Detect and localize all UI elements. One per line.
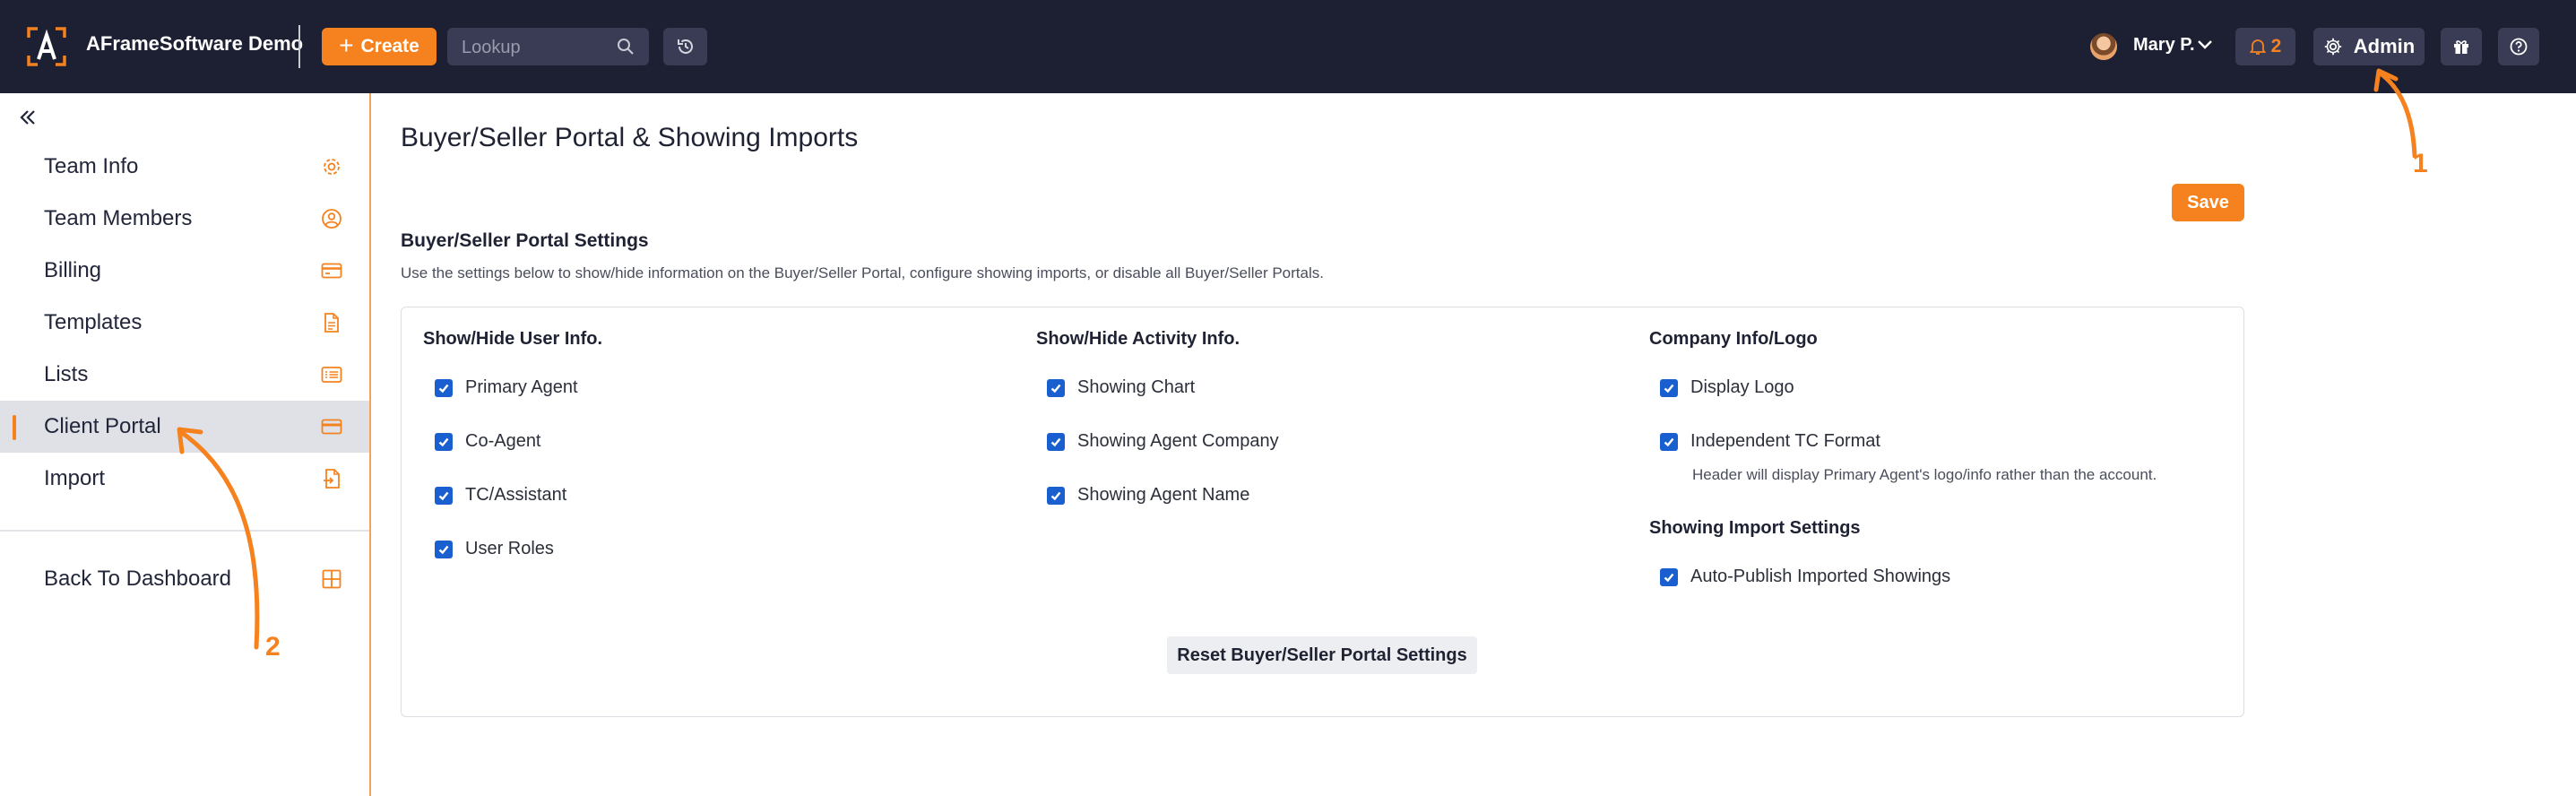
bell-icon — [2249, 39, 2266, 55]
help-icon — [2510, 38, 2528, 56]
checkbox-showing-agent-name[interactable]: Showing Agent Name — [1047, 485, 1249, 506]
brand-name: AFrameSoftware Demo — [86, 32, 304, 55]
column-heading-activity-info: Show/Hide Activity Info. — [1036, 329, 1240, 349]
save-button[interactable]: Save — [2172, 184, 2244, 221]
top-navigation-bar: AFrameSoftware Demo + Create Lookup Mary… — [0, 0, 2576, 93]
sidebar: Team Info Team Members Billing Templates — [0, 93, 371, 796]
column-heading-company-info: Company Info/Logo — [1649, 329, 1818, 349]
checkbox-label: Display Logo — [1690, 377, 1794, 397]
checkbox-label: Primary Agent — [465, 377, 578, 397]
sidebar-item-client-portal[interactable]: Client Portal — [0, 401, 369, 453]
dashboard-grid-icon — [322, 569, 341, 589]
checkbox-checked-icon[interactable] — [1660, 567, 1678, 586]
checkbox-label: Showing Chart — [1077, 377, 1196, 397]
document-icon — [324, 313, 339, 333]
plus-icon: + — [339, 30, 354, 59]
gear-icon — [2324, 38, 2341, 56]
admin-label: Admin — [2353, 35, 2416, 57]
checkbox-label: User Roles — [465, 539, 554, 558]
checkbox-showing-agent-company[interactable]: Showing Agent Company — [1047, 431, 1279, 452]
sidebar-item-label: Templates — [44, 310, 143, 334]
import-icon — [324, 469, 340, 489]
credit-card-icon — [321, 263, 342, 279]
divider — [298, 25, 300, 68]
avatar[interactable] — [2090, 33, 2117, 60]
checkbox-checked-icon[interactable] — [435, 378, 453, 397]
checkbox-label: Independent TC Format — [1690, 431, 1880, 451]
sidebar-item-team-members[interactable]: Team Members — [0, 193, 369, 245]
notification-count: 2 — [2270, 36, 2282, 56]
checkbox-display-logo[interactable]: Display Logo — [1660, 377, 1794, 398]
checkbox-checked-icon[interactable] — [435, 432, 453, 451]
checkbox-label: Showing Agent Name — [1077, 485, 1250, 505]
independent-tc-note: Header will display Primary Agent's logo… — [1692, 466, 2157, 483]
gift-icon — [2454, 40, 2468, 54]
logo-icon[interactable] — [25, 25, 68, 68]
checkbox-label: Auto-Publish Imported Showings — [1690, 567, 1951, 586]
notifications-button[interactable]: 2 — [2235, 28, 2295, 65]
admin-button[interactable]: Admin — [2313, 28, 2425, 65]
user-circle-icon — [322, 209, 341, 229]
sidebar-item-team-info[interactable]: Team Info — [0, 141, 369, 193]
section-title: Buyer/Seller Portal Settings — [401, 230, 649, 251]
checkbox-showing-chart[interactable]: Showing Chart — [1047, 377, 1195, 398]
sidebar-item-label: Team Info — [44, 154, 139, 178]
checkbox-checked-icon[interactable] — [1660, 378, 1678, 397]
card-icon — [321, 419, 342, 435]
checkbox-user-roles[interactable]: User Roles — [435, 539, 554, 559]
sidebar-divider — [0, 530, 369, 532]
reset-portal-settings-button[interactable]: Reset Buyer/Seller Portal Settings — [1167, 636, 1477, 674]
chevron-down-icon[interactable] — [2197, 39, 2213, 50]
checkbox-checked-icon[interactable] — [435, 486, 453, 505]
checkbox-label: TC/Assistant — [465, 485, 567, 505]
sidebar-item-import[interactable]: Import — [0, 453, 369, 505]
sidebar-item-label: Back To Dashboard — [44, 567, 232, 591]
checkbox-label: Co-Agent — [465, 431, 541, 451]
search-icon[interactable] — [617, 38, 635, 56]
sidebar-item-billing[interactable]: Billing — [0, 245, 369, 297]
create-button[interactable]: + Create — [322, 28, 437, 65]
user-menu-name[interactable]: Mary P. — [2133, 35, 2195, 56]
sidebar-item-label: Lists — [44, 362, 89, 386]
checkbox-checked-icon[interactable] — [1047, 486, 1065, 505]
checkbox-co-agent[interactable]: Co-Agent — [435, 431, 541, 452]
lookup-placeholder: Lookup — [462, 38, 521, 57]
gift-button[interactable] — [2441, 28, 2482, 65]
collapse-sidebar-icon[interactable] — [18, 108, 38, 127]
help-button[interactable] — [2498, 28, 2539, 65]
checkbox-checked-icon[interactable] — [435, 540, 453, 558]
create-label: Create — [360, 36, 419, 56]
checkbox-independent-tc-format[interactable]: Independent TC Format — [1660, 431, 1880, 452]
gear-icon — [324, 159, 340, 175]
checkbox-checked-icon[interactable] — [1660, 432, 1678, 451]
lookup-search-input[interactable]: Lookup — [447, 28, 649, 65]
list-icon — [321, 367, 342, 383]
annotation-marker-2: 2 — [265, 632, 281, 662]
sidebar-item-templates[interactable]: Templates — [0, 297, 369, 349]
page-title: Buyer/Seller Portal & Showing Imports — [401, 123, 859, 152]
checkbox-checked-icon[interactable] — [1047, 432, 1065, 451]
checkbox-tc-assistant[interactable]: TC/Assistant — [435, 485, 566, 506]
sidebar-item-label: Import — [44, 466, 106, 490]
sidebar-item-label: Billing — [44, 258, 102, 282]
sidebar-item-lists[interactable]: Lists — [0, 349, 369, 401]
history-icon — [677, 39, 693, 54]
history-button[interactable] — [663, 28, 707, 65]
checkbox-label: Showing Agent Company — [1077, 431, 1279, 451]
sidebar-item-label: Team Members — [44, 206, 193, 230]
sidebar-item-label: Client Portal — [44, 414, 161, 438]
checkbox-auto-publish-showings[interactable]: Auto-Publish Imported Showings — [1660, 567, 1950, 587]
checkbox-primary-agent[interactable]: Primary Agent — [435, 377, 578, 398]
column-heading-import-settings: Showing Import Settings — [1649, 518, 1861, 538]
column-heading-user-info: Show/Hide User Info. — [423, 329, 603, 349]
checkbox-checked-icon[interactable] — [1047, 378, 1065, 397]
sidebar-item-back-to-dashboard[interactable]: Back To Dashboard — [0, 553, 369, 605]
section-description: Use the settings below to show/hide info… — [401, 264, 1324, 281]
annotation-marker-1: 1 — [2413, 149, 2428, 178]
